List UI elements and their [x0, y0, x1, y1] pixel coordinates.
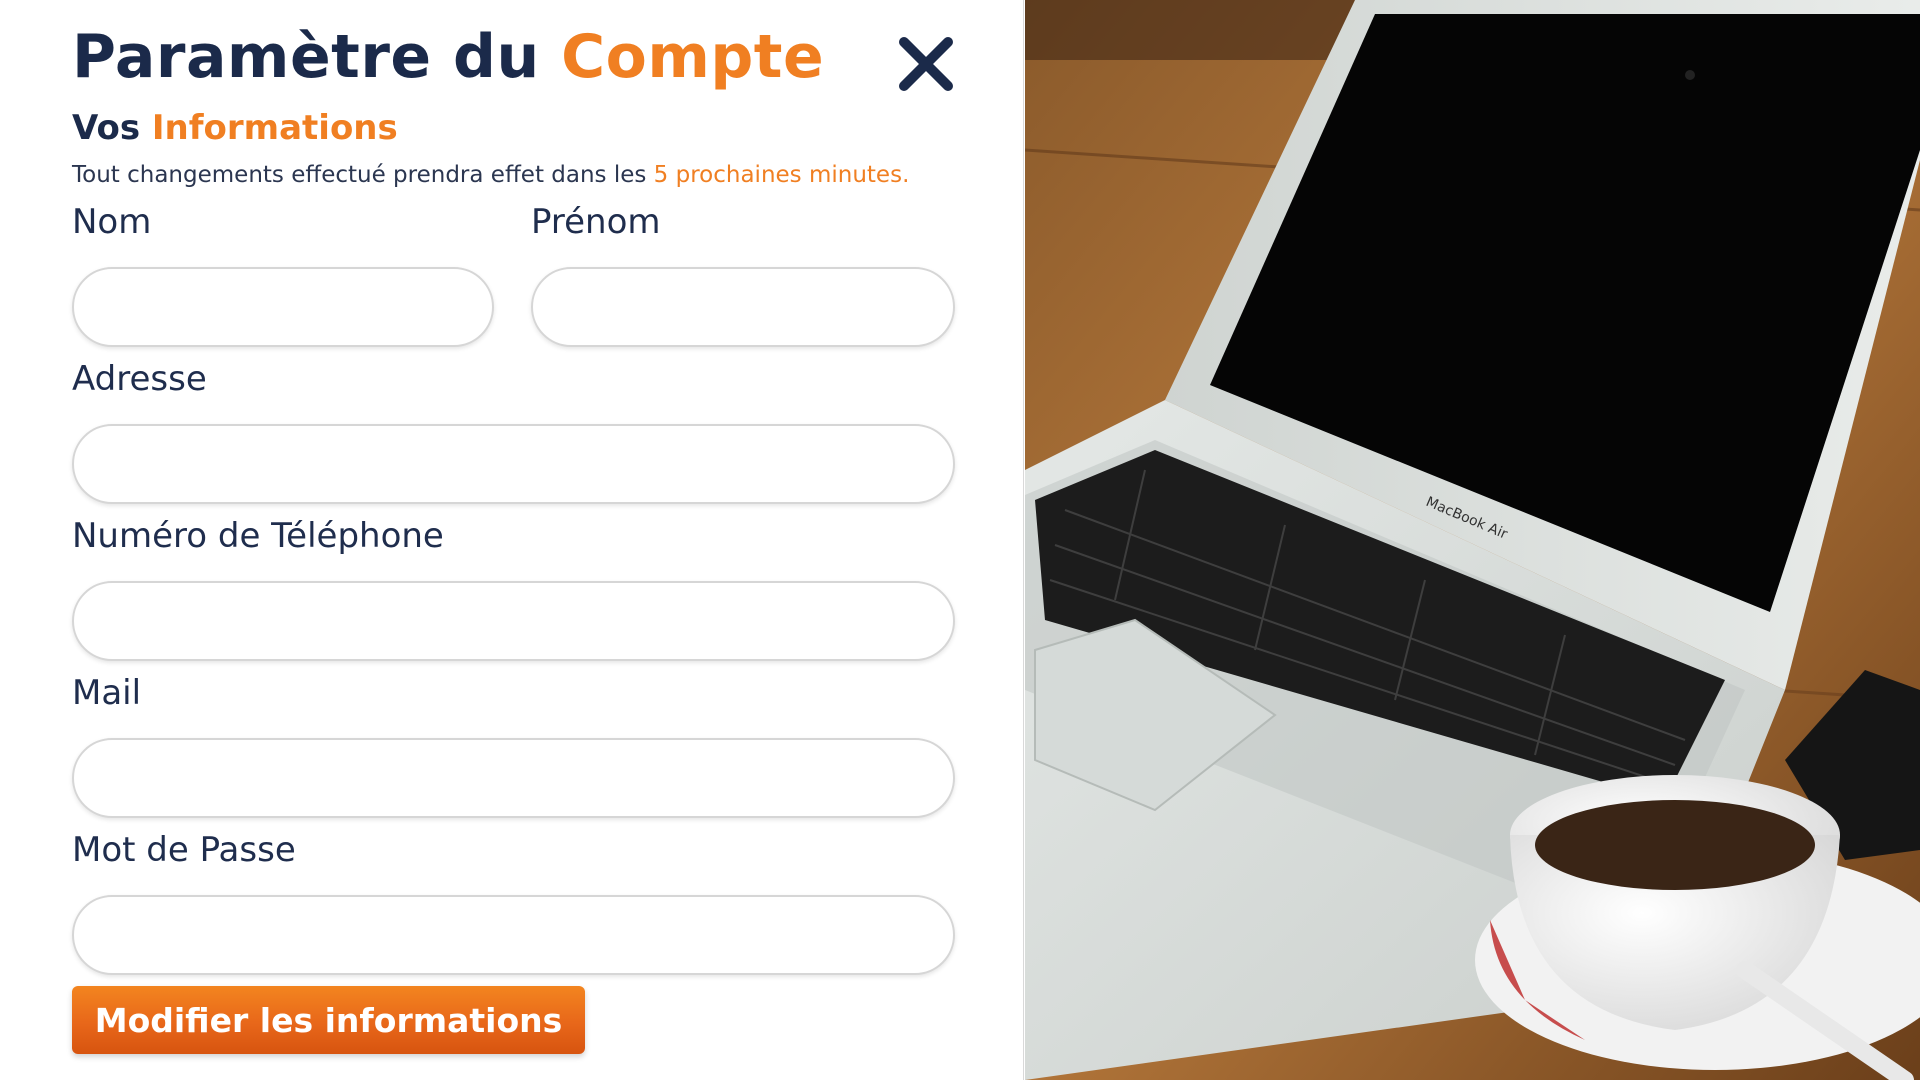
- update-notice-text: Tout changements effectué prendra effet …: [72, 162, 654, 188]
- telephone-label: Numéro de Téléphone: [72, 516, 444, 556]
- telephone-input[interactable]: [72, 581, 955, 661]
- close-x-icon: [899, 37, 953, 91]
- page-title: Paramètre du Compte: [72, 22, 824, 92]
- coffee: [1535, 800, 1815, 890]
- laptop-coffee-illustration: MacBook Air: [1025, 0, 1920, 1080]
- close-button[interactable]: [894, 32, 958, 96]
- password-input[interactable]: [72, 895, 955, 975]
- adresse-label: Adresse: [72, 359, 207, 399]
- page-title-accent: Compte: [561, 22, 825, 92]
- prenom-label: Prénom: [531, 202, 661, 242]
- laptop-coffee-photo: MacBook Air: [1025, 0, 1920, 1080]
- update-notice-delay: 5 prochaines minutes.: [653, 162, 910, 188]
- mail-label: Mail: [72, 673, 142, 713]
- adresse-input[interactable]: [72, 424, 955, 504]
- section-subtitle-accent: Informations: [151, 108, 398, 148]
- section-subtitle-main: Vos: [72, 108, 152, 148]
- page-title-main: Paramètre du: [72, 22, 562, 92]
- update-notice: Tout changements effectué prendra effet …: [72, 162, 909, 188]
- nom-input[interactable]: [72, 267, 494, 347]
- section-subtitle: Vos Informations: [72, 108, 398, 148]
- prenom-input[interactable]: [531, 267, 955, 347]
- submit-button[interactable]: Modifier les informations: [72, 986, 585, 1054]
- account-settings-panel: Paramètre du Compte Vos Informations Tou…: [0, 0, 1024, 1080]
- account-settings-page: Paramètre du Compte Vos Informations Tou…: [0, 0, 1920, 1080]
- password-label: Mot de Passe: [72, 830, 296, 870]
- mail-input[interactable]: [72, 738, 955, 818]
- nom-label: Nom: [72, 202, 152, 242]
